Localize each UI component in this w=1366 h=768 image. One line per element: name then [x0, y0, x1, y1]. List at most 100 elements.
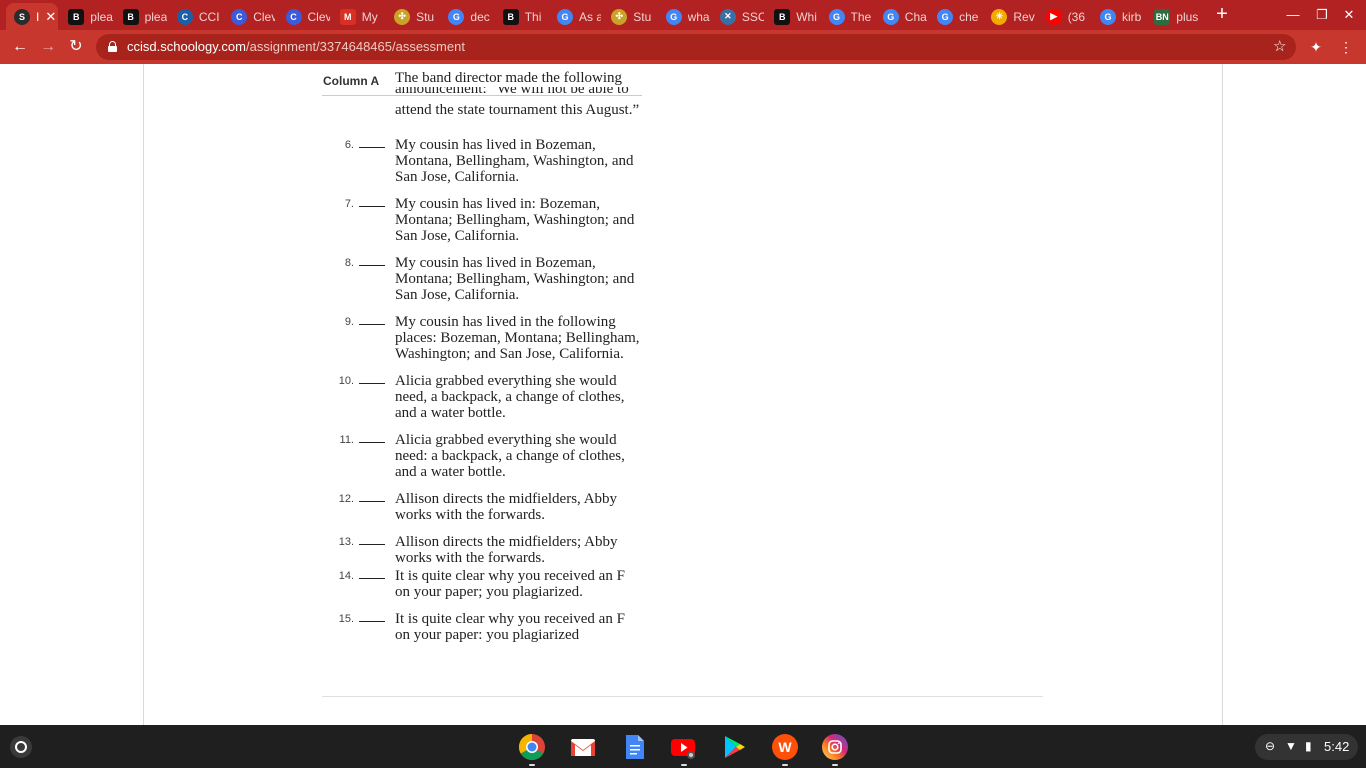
tab-title: kirb — [1122, 9, 1142, 24]
reload-button[interactable]: ↻ — [66, 37, 86, 57]
tab-title: Thi — [524, 9, 542, 24]
url-text[interactable]: ccisd.schoology.com/assignment/337464846… — [127, 39, 465, 54]
wattpad-icon[interactable]: W — [771, 733, 799, 761]
answer-blank[interactable] — [359, 265, 385, 266]
browser-tab[interactable]: Gkirb — [1092, 3, 1144, 30]
tab-title: dec — [470, 9, 490, 24]
minimize-button[interactable]: — — [1284, 6, 1302, 24]
browser-tab[interactable]: ✳ Rev — [983, 3, 1035, 30]
tab-title: Whi — [796, 9, 817, 24]
question-text: Allison directs the midfielders, Abby wo… — [395, 491, 618, 523]
running-indicator — [782, 764, 788, 766]
status-tray[interactable]: ⊖ ▼ ▮ 5:42 — [1255, 734, 1358, 760]
question-number: 13. — [338, 536, 354, 548]
tab-title: Stu — [633, 9, 652, 24]
instagram-icon[interactable] — [821, 733, 849, 761]
close-window-button[interactable]: ✕ — [1340, 6, 1358, 24]
question-text: Allison directs the midfielders; Abby wo… — [395, 534, 618, 566]
google-icon: G — [557, 8, 573, 25]
google-icon: G — [448, 8, 465, 25]
assessment-page: The band director made the following Col… — [0, 64, 1366, 725]
browser-tab[interactable]: Gdec — [440, 3, 492, 30]
restore-button[interactable]: ❐ — [1313, 6, 1331, 24]
brainly-icon: B — [122, 8, 139, 25]
answer-blank[interactable] — [359, 501, 385, 502]
chrome-icon[interactable] — [518, 733, 546, 761]
studylib-icon: ✣ — [394, 8, 411, 25]
browser-tab[interactable]: B Thi — [495, 3, 547, 30]
answer-blank[interactable] — [359, 578, 385, 579]
question-text: My cousin has lived in the following pla… — [395, 314, 640, 362]
browser-menu-icon[interactable]: ⋮ — [1336, 37, 1356, 57]
question-text: My cousin has lived in Bozeman, Montana;… — [395, 255, 635, 303]
question-number: 12. — [338, 493, 354, 505]
running-indicator — [529, 764, 535, 766]
walmart-icon: ✳ — [991, 8, 1008, 25]
close-tab-icon[interactable]: ✕ — [45, 9, 56, 25]
answer-blank[interactable] — [359, 147, 385, 148]
youtube-icon[interactable] — [670, 733, 698, 761]
browser-tab[interactable]: G The — [821, 3, 873, 30]
clever-icon: C — [285, 8, 302, 25]
answer-blank[interactable] — [359, 324, 385, 325]
question-number: 6. — [344, 139, 354, 151]
answer-blank[interactable] — [359, 621, 385, 622]
browser-tab[interactable]: S I ✕ — [6, 3, 59, 30]
answer-blank[interactable] — [359, 383, 385, 384]
bn-icon: BN — [1154, 8, 1171, 25]
tab-strip: S I ✕ Bplea Bplea C CCI C Clev C Clev M My ✣ Stu Gdec B T… — [0, 0, 1366, 30]
forward-button[interactable]: → — [38, 37, 58, 57]
browser-tab[interactable]: Gwha — [658, 3, 710, 30]
browser-tab[interactable]: M My — [332, 3, 384, 30]
browser-tab[interactable]: Gche — [929, 3, 981, 30]
tab-title: che — [959, 9, 979, 24]
tab-title: Stu — [416, 9, 435, 24]
previous-item-text: attend the state tournament this August.… — [395, 102, 640, 118]
content-border-left — [143, 64, 144, 725]
tab-title: Clev — [253, 9, 276, 24]
back-button[interactable]: ← — [10, 37, 30, 57]
play-store-icon[interactable] — [720, 733, 748, 761]
running-indicator — [832, 764, 838, 766]
address-bar[interactable]: ccisd.schoology.com/assignment/337464846… — [96, 34, 1296, 60]
browser-tab[interactable]: C CCI — [169, 3, 221, 30]
browser-tab[interactable]: Bplea — [115, 3, 167, 30]
browser-tab[interactable]: ▶ (36 — [1038, 3, 1090, 30]
browser-tab[interactable]: ✣ Stu — [603, 3, 655, 30]
browser-tab[interactable]: C Clev — [278, 3, 330, 30]
tab-title: SSC — [741, 9, 765, 24]
browser-tab[interactable]: ✕ SSC — [712, 3, 764, 30]
browser-tab[interactable]: Bplea — [60, 3, 113, 30]
clever-portal-icon: C — [176, 8, 193, 25]
tab-title: plea — [90, 9, 113, 24]
google-icon: G — [882, 8, 899, 25]
google-icon: G — [1100, 8, 1116, 25]
new-tab-button[interactable]: + — [1212, 4, 1232, 24]
answer-blank[interactable] — [359, 206, 385, 207]
answer-blank[interactable] — [359, 442, 385, 443]
content-border-right — [1222, 64, 1223, 725]
brainly-icon: B — [774, 8, 791, 25]
google-docs-icon[interactable] — [620, 733, 648, 761]
svg-text:W: W — [778, 739, 792, 755]
wifi-icon: ▼ — [1285, 739, 1297, 753]
question-number: 15. — [338, 613, 354, 625]
youtube-icon: ▶ — [1045, 8, 1062, 25]
tab-title: Cha — [904, 9, 927, 24]
answer-blank[interactable] — [359, 544, 385, 545]
battery-icon: ▮ — [1305, 739, 1312, 753]
browser-tab[interactable]: ✣ Stu — [386, 3, 438, 30]
browser-tab[interactable]: C Clev — [223, 3, 275, 30]
browser-tab[interactable]: B Whi — [766, 3, 818, 30]
browser-tab[interactable]: G Cha — [875, 3, 927, 30]
extensions-puzzle-icon[interactable]: ✦ — [1306, 37, 1326, 57]
tab-title: The — [850, 9, 872, 24]
browser-tab[interactable]: BN plus — [1146, 3, 1198, 30]
ssc-icon: ✕ — [719, 8, 736, 25]
browser-toolbar: ← → ↻ ccisd.schoology.com/assignment/337… — [0, 30, 1366, 64]
question-number: 8. — [344, 257, 354, 269]
bookmark-star-icon[interactable]: ☆ — [1273, 37, 1286, 55]
gmail-icon[interactable] — [569, 733, 597, 761]
browser-tab[interactable]: G As a — [549, 3, 601, 30]
launcher-button[interactable] — [10, 736, 32, 758]
